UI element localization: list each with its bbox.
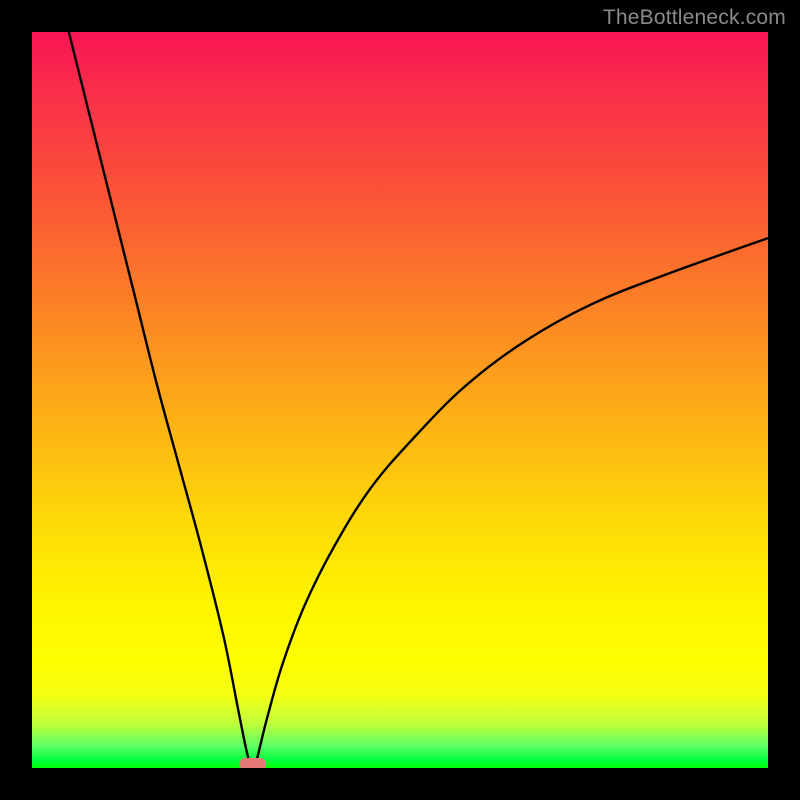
bottleneck-curve-line xyxy=(69,32,768,768)
minimum-marker xyxy=(240,758,266,768)
attribution-text: TheBottleneck.com xyxy=(603,6,786,30)
chart-svg xyxy=(32,32,768,768)
chart-area xyxy=(32,32,768,768)
